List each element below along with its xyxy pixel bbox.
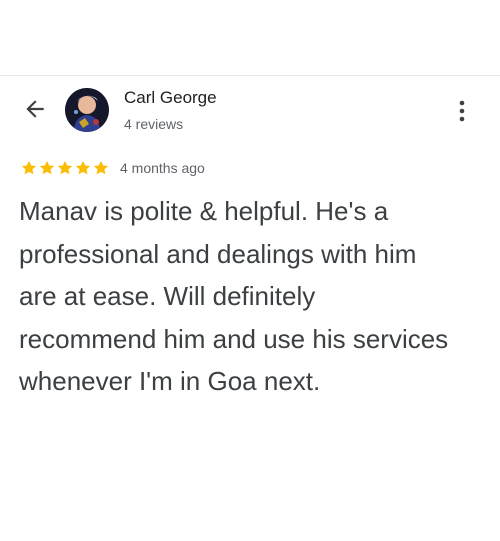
star-icon (57, 160, 73, 175)
author-name[interactable]: Carl George (124, 88, 217, 108)
star-icon (75, 160, 91, 175)
star-rating (20, 159, 110, 177)
more-options-button[interactable] (454, 98, 470, 124)
avatar[interactable] (65, 88, 109, 132)
avatar-image (65, 88, 109, 132)
more-vert-icon (459, 100, 465, 122)
star-icon (21, 160, 37, 175)
author-review-count: 4 reviews (124, 116, 184, 132)
arrow-back-icon (26, 100, 44, 118)
star-icon (39, 160, 55, 175)
star-icon (93, 160, 109, 175)
back-button[interactable] (22, 96, 48, 122)
review-text: Manav is polite & helpful. He's a profes… (19, 196, 449, 396)
review-time: 4 months ago (120, 160, 205, 176)
